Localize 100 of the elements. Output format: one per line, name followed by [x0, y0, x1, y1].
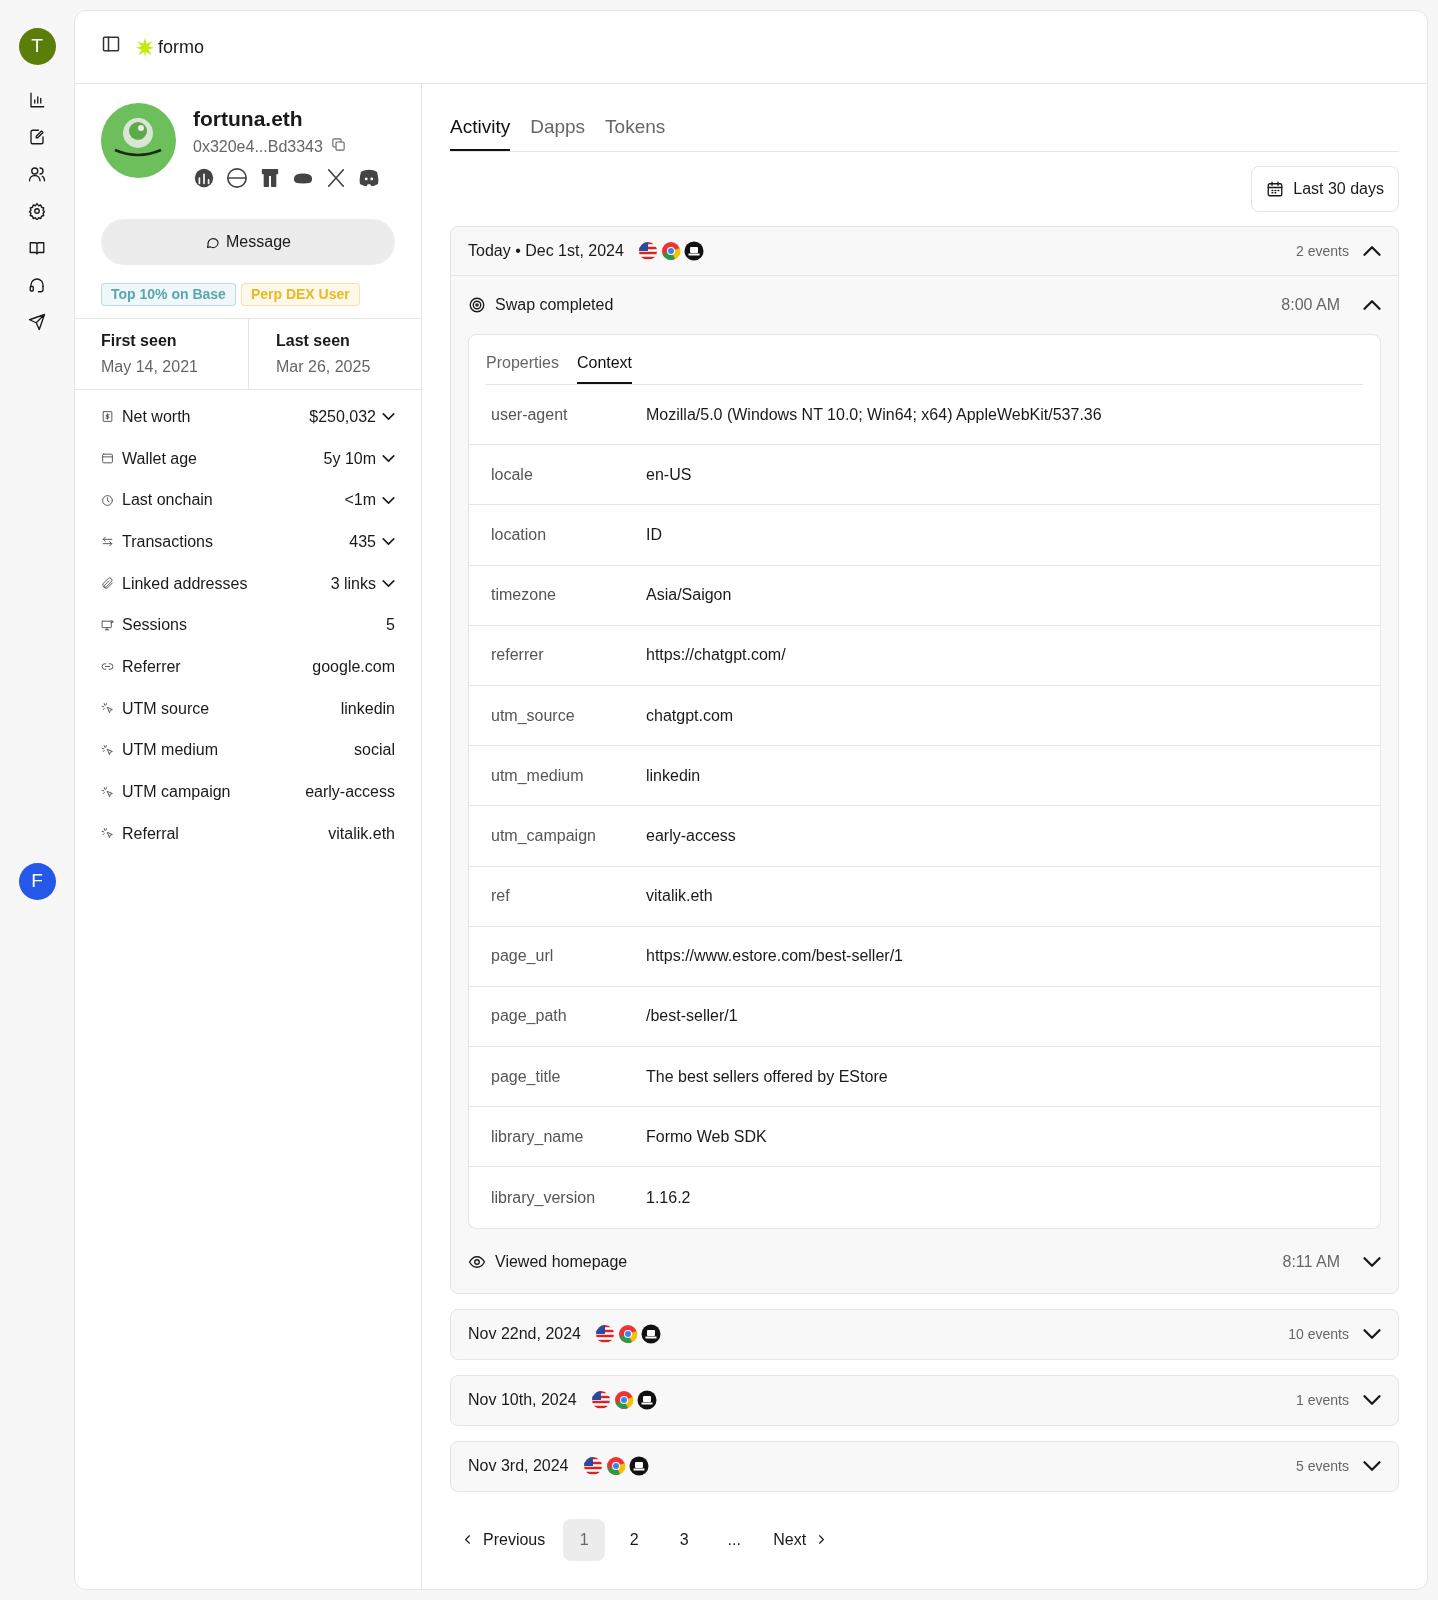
stat-dropdown[interactable]: $250,032: [309, 404, 395, 429]
property-value: Asia/Saigon: [646, 585, 732, 606]
property-key: locale: [491, 462, 646, 487]
date-group-header[interactable]: Nov 10th, 2024 1 events: [451, 1375, 1398, 1425]
tag-badge: Perp DEX User: [240, 283, 360, 306]
monitor-icon: [101, 618, 114, 632]
stat-value: 5: [386, 615, 395, 636]
minus-circle-icon: [226, 167, 248, 189]
stat-label: Referrer: [122, 656, 181, 677]
profile-name: fortuna.eth: [193, 106, 304, 132]
account-avatar[interactable]: F: [18, 863, 56, 900]
page-button[interactable]: 1: [563, 1518, 606, 1561]
stat-value: social: [354, 740, 395, 761]
clock-icon: [101, 493, 114, 507]
cursor-sparkle-icon: [101, 743, 114, 757]
settings-icon: [28, 202, 46, 220]
event-row[interactable]: Viewed homepage 8:11 AM: [468, 1232, 1381, 1291]
tab[interactable]: Properties: [486, 351, 559, 384]
next-button[interactable]: Next: [763, 1518, 840, 1561]
chevron-down-icon: [382, 413, 395, 421]
stat-value: vitalik.eth: [328, 823, 395, 844]
tab[interactable]: Context: [576, 351, 633, 384]
cursor-sparkle-icon: [101, 702, 114, 716]
stat-label: First seen: [101, 331, 178, 351]
pagination-ellipsis: ...: [726, 1529, 742, 1550]
social-link[interactable]: [193, 167, 215, 189]
social-link[interactable]: [358, 167, 380, 189]
date-range-button[interactable]: Last 30 days: [1251, 166, 1399, 212]
event-row[interactable]: Swap completed 8:00 AM: [468, 276, 1381, 334]
browser-icon: [613, 1390, 634, 1411]
social-link[interactable]: [325, 167, 347, 189]
stat-label: Last seen: [276, 331, 351, 351]
calendar-icon: [1266, 180, 1285, 198]
previous-button[interactable]: Previous: [450, 1518, 556, 1561]
browser-icon: [618, 1324, 638, 1345]
laptop-icon: [641, 1324, 661, 1345]
chevron-down-icon: [382, 580, 395, 588]
page-button[interactable]: 2: [613, 1518, 656, 1561]
us-flag-icon: [590, 1390, 611, 1411]
us-flag-icon: [582, 1456, 603, 1477]
social-link[interactable]: [259, 167, 281, 189]
social-link[interactable]: [226, 167, 248, 189]
copy-icon: [330, 137, 346, 152]
arch-circle-icon: [193, 167, 215, 189]
property-value: https://chatgpt.com/: [646, 645, 786, 666]
stat-label: Transactions: [122, 531, 213, 552]
chevron-up-icon: [1363, 300, 1381, 310]
date-group-header[interactable]: Nov 22nd, 2024 10 events: [451, 1309, 1398, 1359]
tab[interactable]: Dapps: [530, 112, 586, 151]
property-key: utm_medium: [491, 763, 646, 788]
tab[interactable]: Activity: [450, 112, 511, 151]
discord-icon: [358, 167, 380, 189]
property-value: https://www.estore.com/best-seller/1: [646, 946, 903, 967]
us-flag-icon: [595, 1324, 615, 1345]
property-value: Mozilla/5.0 (Windows NT 10.0; Win64; x64) AppleWebKit/537.36: [646, 404, 1102, 425]
send-icon: [28, 313, 46, 331]
chevron-up-icon: [1363, 246, 1381, 256]
date-group-header[interactable]: Nov 3rd, 2024 5 events: [451, 1441, 1398, 1491]
logo-icon: [135, 37, 155, 57]
document-edit-icon: [28, 128, 46, 146]
stat-dropdown[interactable]: 435: [349, 529, 395, 554]
stat-dropdown[interactable]: 3 links: [330, 571, 395, 596]
property-key: library_name: [491, 1124, 646, 1149]
stat-label: UTM campaign: [122, 782, 231, 803]
property-key: user-agent: [491, 402, 646, 427]
page-button[interactable]: 3: [663, 1518, 706, 1561]
swap-arrows-icon: [101, 535, 114, 549]
laptop-icon: [683, 241, 704, 261]
chevron-down-icon: [382, 538, 395, 546]
stat-label: Sessions: [122, 615, 187, 636]
stat-dropdown[interactable]: 5y 10m: [323, 446, 395, 471]
stat-label: UTM medium: [122, 740, 218, 761]
gate-icon: [259, 167, 281, 189]
stat-label: Wallet age: [122, 448, 197, 469]
property-value: en-US: [646, 464, 692, 485]
user-avatar[interactable]: T: [18, 28, 56, 65]
book-icon: [28, 239, 46, 257]
headset-icon: [28, 276, 46, 294]
chevron-down-icon: [382, 496, 395, 504]
x-logo-icon: [325, 167, 347, 189]
cursor-sparkle-icon: [101, 827, 114, 841]
tab[interactable]: Tokens: [605, 112, 666, 151]
property-value: vitalik.eth: [646, 886, 713, 907]
message-button[interactable]: Message: [101, 219, 395, 265]
stat-label: Linked addresses: [122, 573, 248, 594]
bar-chart-icon: [28, 91, 46, 109]
property-key: location: [491, 522, 646, 547]
stat-label: Referral: [122, 823, 179, 844]
property-key: page_url: [491, 944, 646, 969]
event-count: 5 events: [1296, 1456, 1349, 1476]
laptop-icon: [628, 1456, 649, 1477]
property-key: ref: [491, 884, 646, 909]
cursor-sparkle-icon: [101, 785, 114, 799]
property-key: page_title: [491, 1064, 646, 1089]
chevron-down-icon: [1363, 1395, 1381, 1406]
us-flag-icon: [637, 241, 658, 261]
date-group-header[interactable]: Today • Dec 1st, 2024 2 events: [451, 227, 1398, 276]
property-value: /best-seller/1: [646, 1006, 738, 1027]
stat-dropdown[interactable]: <1m: [344, 488, 395, 513]
property-value: linkedin: [646, 765, 701, 786]
